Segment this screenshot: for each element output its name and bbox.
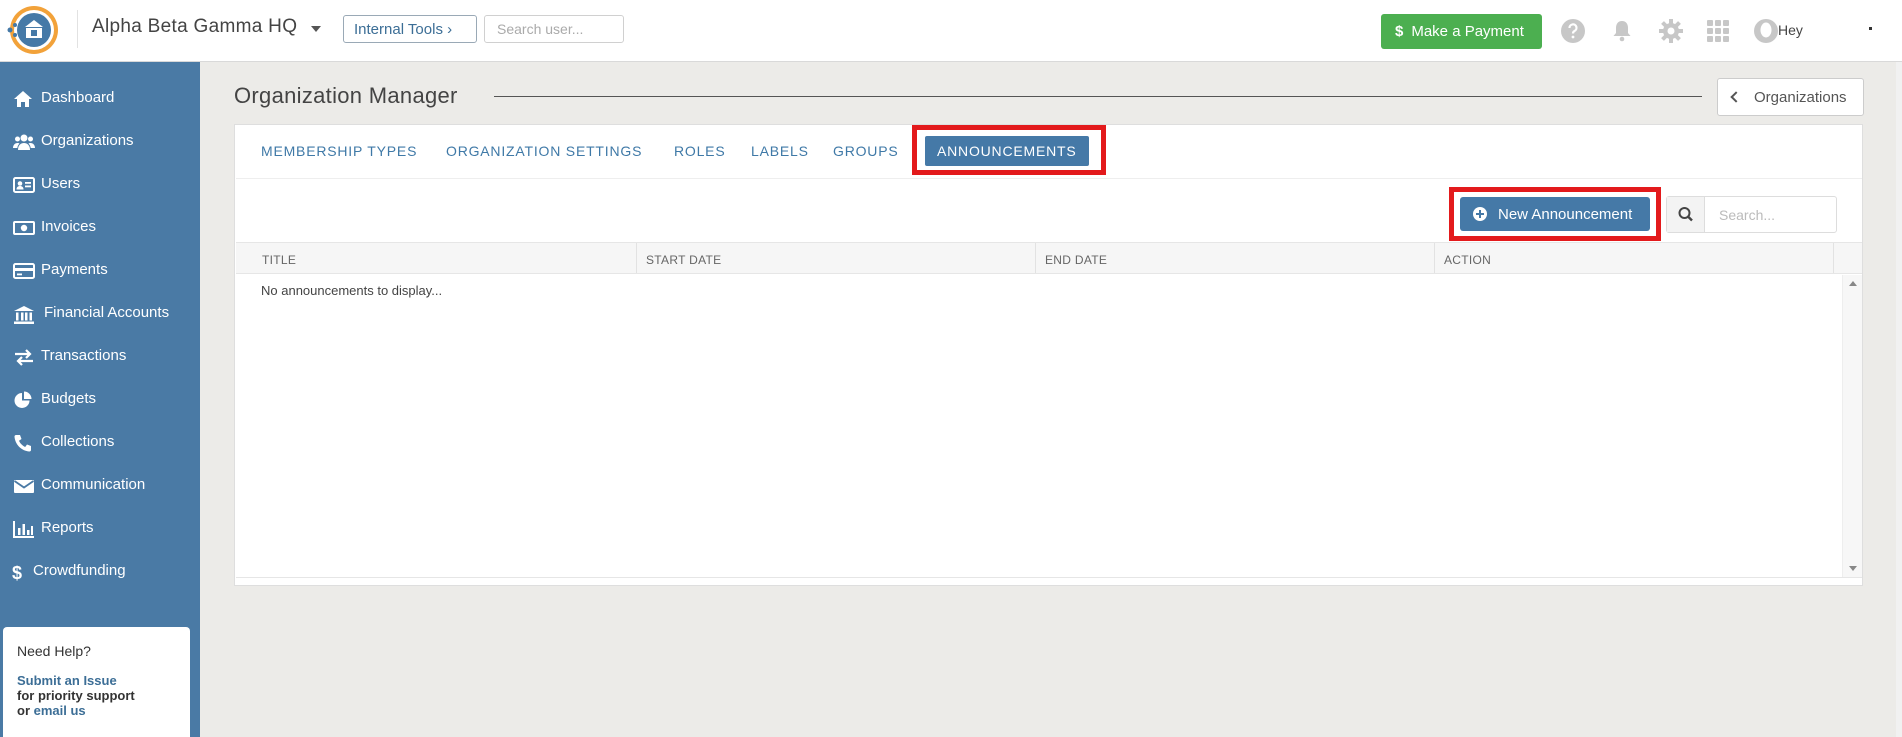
column-divider[interactable]: [1035, 243, 1036, 273]
help-panel: Need Help? Submit an Issue for priority …: [3, 627, 190, 737]
search-icon[interactable]: [1667, 197, 1705, 232]
priority-support-text: for priority support: [17, 688, 135, 703]
sidebar-item-label: Users: [41, 175, 81, 192]
tab-organization-settings[interactable]: ORGANIZATION SETTINGS: [446, 143, 642, 159]
pie-chart-icon: [13, 391, 33, 409]
make-payment-button[interactable]: $ Make a Payment: [1381, 14, 1542, 49]
column-divider: [1833, 243, 1834, 273]
sidebar-item-label: Communication: [41, 476, 146, 493]
table-bottom-border: [236, 577, 1862, 578]
column-action[interactable]: ACTION: [1444, 253, 1491, 267]
exchange-icon: [13, 348, 33, 366]
credit-card-icon: [13, 262, 35, 280]
column-divider[interactable]: [1434, 243, 1435, 273]
organization-manager-panel: MEMBERSHIP TYPES ORGANIZATION SETTINGS R…: [234, 124, 1863, 586]
dollar-icon: $: [11, 563, 31, 583]
header-divider: [77, 10, 78, 48]
chevron-left-icon: [1730, 91, 1742, 103]
highlight-box: [912, 125, 1106, 175]
sidebar-item-label: Crowdfunding: [33, 562, 126, 579]
avatar[interactable]: [1753, 18, 1779, 44]
bar-chart-icon: [13, 520, 34, 538]
sidebar-item-label: Collections: [41, 433, 115, 450]
home-icon: [13, 90, 33, 108]
or-text: or: [17, 703, 30, 718]
make-payment-label: Make a Payment: [1411, 23, 1524, 40]
sidebar-item-budgets[interactable]: Budgets: [0, 380, 200, 420]
sidebar-item-label: Payments: [41, 261, 108, 278]
table-scrollbar[interactable]: [1842, 275, 1862, 577]
help-icon[interactable]: [1560, 18, 1586, 44]
sidebar: Dashboard Organizations Users Invoices P…: [0, 62, 200, 737]
sidebar-item-label: Reports: [41, 519, 94, 536]
sidebar-item-label: Dashboard: [41, 89, 115, 106]
page-title: Organization Manager: [234, 83, 458, 108]
sidebar-item-organizations[interactable]: Organizations: [0, 122, 200, 162]
tabs-divider: [236, 178, 1862, 179]
announcement-search[interactable]: Search...: [1666, 196, 1837, 233]
phone-icon: [13, 434, 33, 452]
sidebar-item-invoices[interactable]: Invoices: [0, 208, 200, 248]
sidebar-item-financial-accounts[interactable]: Financial Accounts: [0, 294, 200, 334]
title-divider: [494, 96, 1702, 97]
envelope-icon: [13, 477, 35, 495]
help-title: Need Help?: [17, 643, 91, 659]
svg-text:$: $: [12, 563, 22, 583]
column-end-date[interactable]: END DATE: [1045, 253, 1107, 267]
submit-issue-link[interactable]: Submit an Issue: [17, 673, 117, 688]
scroll-down-icon[interactable]: [1849, 566, 1857, 571]
tab-membership-types[interactable]: MEMBERSHIP TYPES: [261, 143, 417, 159]
sidebar-item-label: Invoices: [41, 218, 97, 235]
empty-state-message: No announcements to display...: [261, 283, 443, 298]
column-title[interactable]: TITLE: [262, 253, 296, 267]
back-to-organizations-button[interactable]: Organizations: [1717, 78, 1864, 116]
user-greeting[interactable]: Hey: [1778, 22, 1803, 38]
search-user-input[interactable]: Search user...: [484, 15, 624, 43]
apps-grid-icon[interactable]: [1705, 18, 1731, 44]
back-button-label: Organizations: [1754, 89, 1847, 106]
sidebar-item-users[interactable]: Users: [0, 165, 200, 205]
email-us-link[interactable]: email us: [34, 703, 86, 718]
sidebar-item-communication[interactable]: Communication: [0, 466, 200, 506]
bell-icon[interactable]: [1609, 18, 1635, 44]
organization-logo-icon[interactable]: [4, 3, 58, 57]
id-card-icon: [13, 176, 35, 194]
top-bar: Alpha Beta Gamma HQ Internal Tools › Sea…: [0, 0, 1902, 62]
page-scrollbar[interactable]: [1896, 62, 1902, 737]
internal-tools-button[interactable]: Internal Tools ›: [343, 15, 477, 43]
column-divider[interactable]: [636, 243, 637, 273]
gear-icon[interactable]: [1658, 18, 1684, 44]
highlight-box: [1449, 187, 1661, 241]
sidebar-item-dashboard[interactable]: Dashboard: [0, 79, 200, 119]
sidebar-item-label: Organizations: [41, 132, 134, 149]
sidebar-item-collections[interactable]: Collections: [0, 423, 200, 463]
user-menu-caret-icon[interactable]: [1869, 27, 1872, 30]
sidebar-item-transactions[interactable]: Transactions: [0, 337, 200, 377]
search-input[interactable]: Search...: [1719, 207, 1775, 223]
tab-labels[interactable]: LABELS: [751, 143, 809, 159]
tab-groups[interactable]: GROUPS: [833, 143, 898, 159]
sidebar-item-label: Financial Accounts: [44, 304, 170, 321]
organization-switcher[interactable]: Alpha Beta Gamma HQ: [92, 16, 297, 38]
dollar-icon: $: [1395, 23, 1404, 40]
sidebar-item-payments[interactable]: Payments: [0, 251, 200, 291]
tab-roles[interactable]: ROLES: [674, 143, 725, 159]
table-header: TITLE START DATE END DATE ACTION: [236, 242, 1862, 274]
caret-down-icon[interactable]: [311, 26, 321, 32]
scroll-up-icon[interactable]: [1849, 281, 1857, 286]
sidebar-item-crowdfunding[interactable]: $ Crowdfunding: [0, 552, 200, 592]
sidebar-item-label: Budgets: [41, 390, 97, 407]
sidebar-item-label: Transactions: [41, 347, 127, 364]
column-start-date[interactable]: START DATE: [646, 253, 721, 267]
sidebar-item-reports[interactable]: Reports: [0, 509, 200, 549]
users-group-icon: [13, 133, 35, 151]
bank-icon: [13, 305, 34, 324]
money-icon: [13, 219, 35, 237]
